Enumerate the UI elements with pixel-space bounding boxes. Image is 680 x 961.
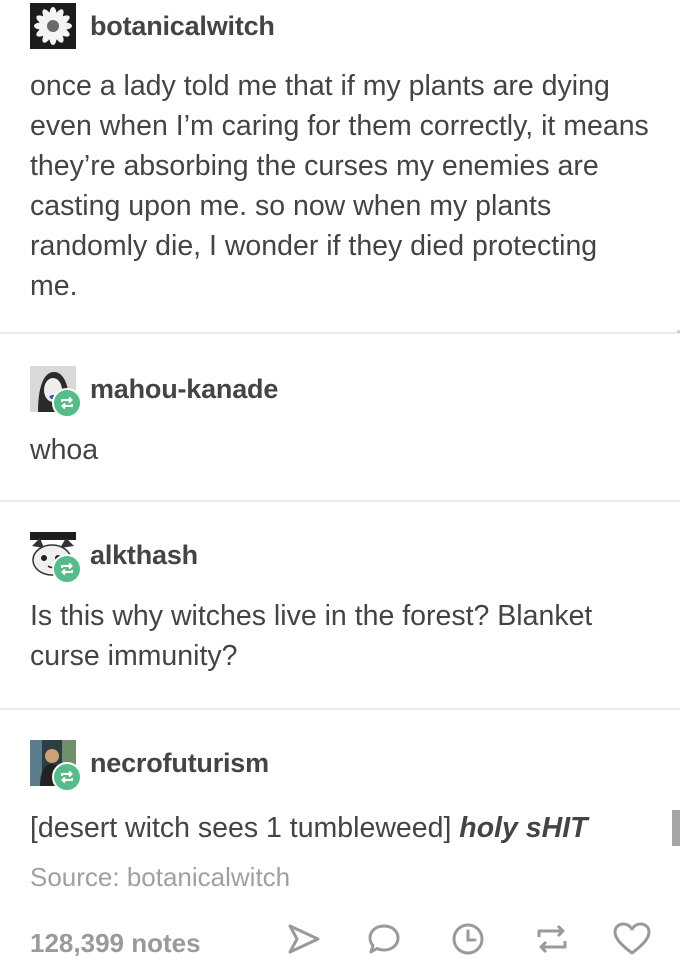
post-body: once a lady told me that if my plants ar… [30, 70, 649, 302]
daisy-flower-icon[interactable] [30, 3, 76, 49]
original-post: botanicalwitch once a lady told me that … [0, 0, 680, 334]
queue-clock-icon[interactable] [450, 922, 486, 961]
share-icon[interactable] [286, 922, 322, 961]
reblog-body: Is this why witches live in the forest? … [30, 600, 593, 672]
username[interactable]: mahou-kanade [90, 374, 278, 405]
like-heart-icon[interactable] [612, 922, 652, 961]
reblog-entry: alkthash Is this why witches live in the… [0, 502, 680, 710]
reblog-body: [desert witch sees 1 tumbleweed] holy sH… [30, 808, 650, 848]
reblog-body: whoa [30, 434, 99, 466]
reblog-body-plain: [desert witch sees 1 tumbleweed] [30, 812, 460, 844]
username[interactable]: necrofuturism [90, 748, 269, 779]
reblog-entry: mahou-kanade whoa [0, 334, 680, 502]
portrait-avatar-icon[interactable] [30, 366, 82, 418]
notes-count[interactable]: 128,399 notes [30, 928, 201, 959]
reblog-entry: necrofuturism [desert witch sees 1 tumbl… [0, 710, 680, 960]
username[interactable]: alkthash [90, 540, 198, 571]
reblog-header: mahou-kanade [30, 366, 278, 418]
reblog-header: necrofuturism [30, 740, 269, 792]
reblog-body-emphasis: holy sHIT [459, 812, 588, 844]
username[interactable]: botanicalwitch [90, 11, 275, 42]
original-post-header: botanicalwitch [30, 3, 275, 49]
reblog-icon[interactable] [534, 922, 570, 961]
reply-icon[interactable] [366, 922, 402, 961]
source-link[interactable]: Source: botanicalwitch [30, 862, 290, 893]
tumblr-post: botanicalwitch once a lady told me that … [0, 0, 680, 960]
reblog-badge-icon [52, 762, 82, 792]
reblog-badge-icon [52, 388, 82, 418]
figure-avatar-icon[interactable] [30, 740, 82, 792]
reblog-badge-icon [52, 554, 82, 584]
scrollbar[interactable] [672, 810, 680, 846]
reblog-header: alkthash [30, 532, 198, 584]
cat-avatar-icon[interactable] [30, 532, 82, 584]
